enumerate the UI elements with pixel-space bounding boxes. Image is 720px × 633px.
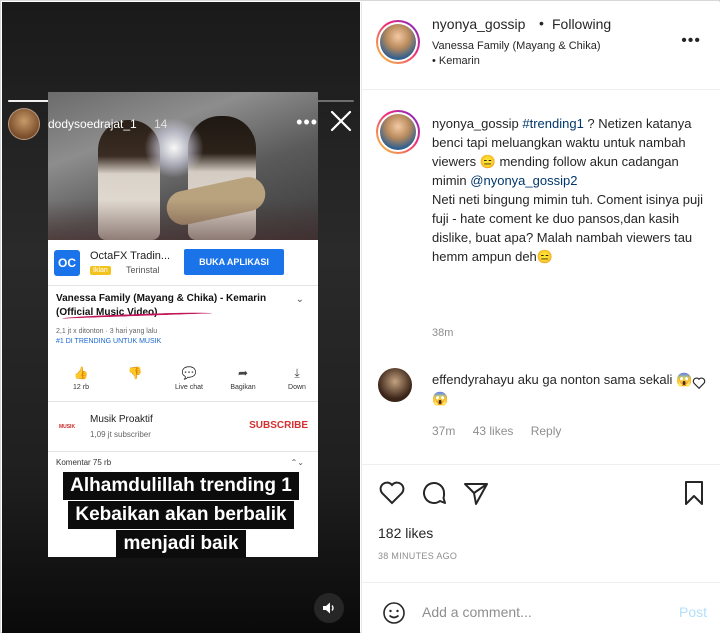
caption-line-2: Kebaikan akan berbalik	[68, 501, 294, 529]
post-actions	[362, 464, 720, 508]
bookmark-icon[interactable]	[680, 479, 708, 507]
heart-icon[interactable]	[692, 376, 706, 390]
music-link[interactable]: Vanessa Family (Mayang & Chika) • Kemari…	[432, 39, 602, 69]
comment-likes[interactable]: 43 likes	[473, 424, 514, 438]
post-comment-button[interactable]: Post	[679, 604, 707, 620]
story-time: 14	[154, 117, 168, 131]
more-options-icon[interactable]: •••	[296, 112, 318, 133]
story-media[interactable]: OC OctaFX Tradin... Iklan Terinstal BUKA…	[2, 2, 360, 633]
ad-app-name: OctaFX Tradin...	[90, 250, 171, 262]
video-action-label: Live chat	[174, 384, 204, 391]
video-action-label: 12 rb	[73, 384, 89, 391]
subscribe-button: SUBSCRIBE	[249, 420, 308, 431]
video-meta: 2,1 jt x ditonton · 3 hari yang lalu	[56, 328, 158, 335]
story-header: dodysoedrajat_1 14 •••	[8, 108, 354, 142]
video-action-3: ➦ Bagikan	[218, 366, 268, 391]
post-timestamp: 38 MINUTES AGO	[378, 551, 458, 561]
live-chat-icon: 💬	[181, 366, 197, 380]
caption-line-1: Alhamdulillah trending 1	[63, 472, 299, 500]
likes-count[interactable]: 182 likes	[378, 525, 433, 541]
comment-text: effendyrahayu aku ga nonton sama sekali …	[432, 370, 697, 408]
story-caption: Alhamdulillah trending 1 Kebaikan akan b…	[2, 472, 360, 559]
hashtag-link[interactable]: #trending1	[522, 116, 583, 131]
commenter-avatar[interactable]	[378, 368, 412, 402]
download-icon: ⤓	[294, 366, 300, 380]
ad-open-app-button: BUKA APLIKASI	[184, 249, 284, 275]
reply-button[interactable]: Reply	[531, 424, 562, 438]
ad-installed-label: Terinstal	[126, 265, 160, 275]
instagram-post-modal: OC OctaFX Tradin... Iklan Terinstal BUKA…	[0, 0, 720, 633]
video-action-1: 👎	[110, 366, 160, 384]
video-actions: 👍 12 rb 👎 💬 Live chat ➦ Bagikan ⤓ Down	[48, 360, 318, 402]
video-action-label: Bagikan	[230, 384, 256, 391]
channel-subscribers: 1,09 jt subscriber	[90, 430, 151, 439]
thumbs-up-icon: 👍	[73, 366, 89, 380]
following-button[interactable]: Following	[552, 16, 611, 32]
caption-time: 38m	[432, 327, 454, 339]
caption-text-2: Neti neti bingung mimin tuh. Coment isin…	[432, 192, 703, 264]
separator-dot: •	[539, 15, 544, 31]
post-caption: nyonya_gossip #trending1 ? Netizen katan…	[432, 114, 712, 266]
volume-button[interactable]	[314, 593, 344, 623]
video-shade	[48, 200, 318, 240]
share-icon[interactable]	[462, 479, 490, 507]
caption-line-3: menjadi baik	[116, 530, 246, 558]
ad-banner: OC OctaFX Tradin... Iklan Terinstal BUKA…	[48, 242, 318, 286]
video-action-0: 👍 12 rb	[56, 366, 106, 391]
volume-icon	[323, 602, 334, 614]
story-avatar[interactable]	[8, 108, 40, 140]
video-action-2: 💬 Live chat	[164, 366, 214, 391]
video-action-4: ⤓ Down	[272, 366, 318, 391]
comment-input[interactable]	[422, 601, 652, 623]
heart-icon[interactable]	[378, 479, 406, 507]
commenter-username[interactable]: effendyrahayu	[432, 372, 514, 387]
post-header: nyonya_gossip • Following Vanessa Family…	[362, 2, 720, 90]
comment-meta: 37m 43 likes Reply	[432, 424, 575, 438]
story-username[interactable]: dodysoedrajat_1	[48, 117, 137, 131]
more-options-icon[interactable]: •••	[681, 32, 701, 50]
close-icon[interactable]	[328, 108, 354, 134]
video-action-label: Down	[288, 384, 306, 391]
channel-row: MUSIK Musik Proaktif 1,09 jt subscriber …	[48, 406, 318, 452]
video-trending-label: #1 DI TRENDING UNTUK MUSIK	[56, 338, 162, 345]
caption-avatar[interactable]	[376, 110, 420, 154]
add-comment-bar: Post	[362, 582, 720, 633]
author-username[interactable]: nyonya_gossip	[432, 16, 525, 32]
post-panel: nyonya_gossip • Following Vanessa Family…	[361, 2, 720, 633]
emoji-icon[interactable]	[382, 601, 406, 625]
chevron-down-icon: ⌄	[295, 294, 304, 305]
author-avatar[interactable]	[376, 20, 420, 64]
channel-name: Musik Proaktif	[90, 414, 153, 425]
mention-link[interactable]: @nyonya_gossip2	[470, 173, 577, 188]
channel-logo: MUSIK	[58, 424, 76, 430]
comments-count: Komentar 75 rb	[56, 458, 112, 467]
ad-badge: Iklan	[90, 266, 111, 275]
thumbs-down-icon: 👎	[127, 366, 143, 380]
ad-logo: OC	[54, 250, 80, 276]
comment-icon[interactable]	[420, 479, 448, 507]
caption-username[interactable]: nyonya_gossip	[432, 116, 519, 131]
comment-time: 37m	[432, 424, 456, 438]
share-icon: ➦	[237, 366, 249, 380]
expand-icon: ⌃⌄	[290, 458, 304, 467]
